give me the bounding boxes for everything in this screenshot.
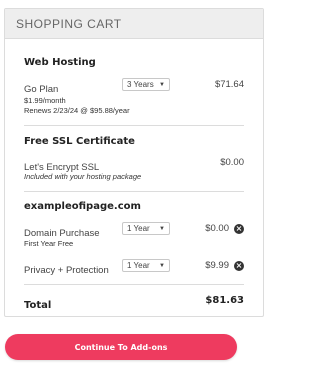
web-hosting-title: Web Hosting (24, 57, 96, 68)
cart-title: SHOPPING CART (16, 16, 122, 31)
ssl-price: $0.00 (220, 157, 244, 168)
ssl-row: Let's Encrypt SSL $0.00 (24, 157, 244, 173)
divider (24, 284, 244, 285)
ssl-section: Free SSL Certificate (24, 136, 244, 147)
domain-purchase-row: Domain Purchase 1 Year ▼ $0.00 × (24, 222, 244, 239)
total-value: $81.63 (205, 295, 244, 306)
remove-privacy-icon[interactable]: × (234, 261, 244, 271)
continue-button-label: Continue To Add-ons (74, 342, 168, 352)
web-hosting-section: Web Hosting (24, 57, 244, 68)
hosting-plan-row: Go Plan 3 Years ▼ $71.64 (24, 78, 244, 95)
domain-title: exampleofipage.com (24, 201, 141, 212)
hosting-renews: Renews 2/23/24 @ $95.88/year (24, 106, 130, 115)
divider (24, 125, 244, 126)
domain-purchase-note: First Year Free (24, 239, 74, 248)
domain-purchase-price: $0.00 (205, 223, 229, 234)
domain-section: exampleofipage.com (24, 201, 244, 212)
privacy-term-select[interactable]: 1 Year ▼ (122, 259, 170, 272)
privacy-term-value: 1 Year (127, 261, 150, 270)
domain-term-select[interactable]: 1 Year ▼ (122, 222, 170, 235)
hosting-term-select[interactable]: 3 Years ▼ (122, 78, 170, 91)
caret-down-icon: ▼ (159, 81, 165, 88)
domain-purchase-label: Domain Purchase (24, 228, 100, 239)
cart-header: SHOPPING CART (5, 9, 263, 39)
caret-down-icon: ▼ (159, 225, 165, 232)
ssl-title: Free SSL Certificate (24, 136, 135, 147)
ssl-note: Included with your hosting package (24, 172, 142, 181)
hosting-plan-label: Go Plan (24, 84, 59, 95)
hosting-monthly: $1.99/month (24, 96, 66, 105)
domain-term-value: 1 Year (127, 224, 150, 233)
caret-down-icon: ▼ (159, 262, 165, 269)
continue-to-addons-button[interactable]: Continue To Add-ons (5, 334, 237, 360)
divider (24, 191, 244, 192)
total-label: Total (24, 300, 52, 311)
hosting-price: $71.64 (214, 79, 244, 90)
total-row: Total $81.63 (24, 295, 244, 313)
remove-domain-icon[interactable]: × (234, 224, 244, 234)
shopping-cart-panel: SHOPPING CART Web Hosting Go Plan 3 Year… (4, 8, 264, 317)
hosting-term-value: 3 Years (127, 80, 154, 89)
privacy-row: Privacy + Protection 1 Year ▼ $9.99 × (24, 259, 244, 276)
privacy-price: $9.99 (205, 260, 229, 271)
privacy-label: Privacy + Protection (24, 265, 109, 276)
